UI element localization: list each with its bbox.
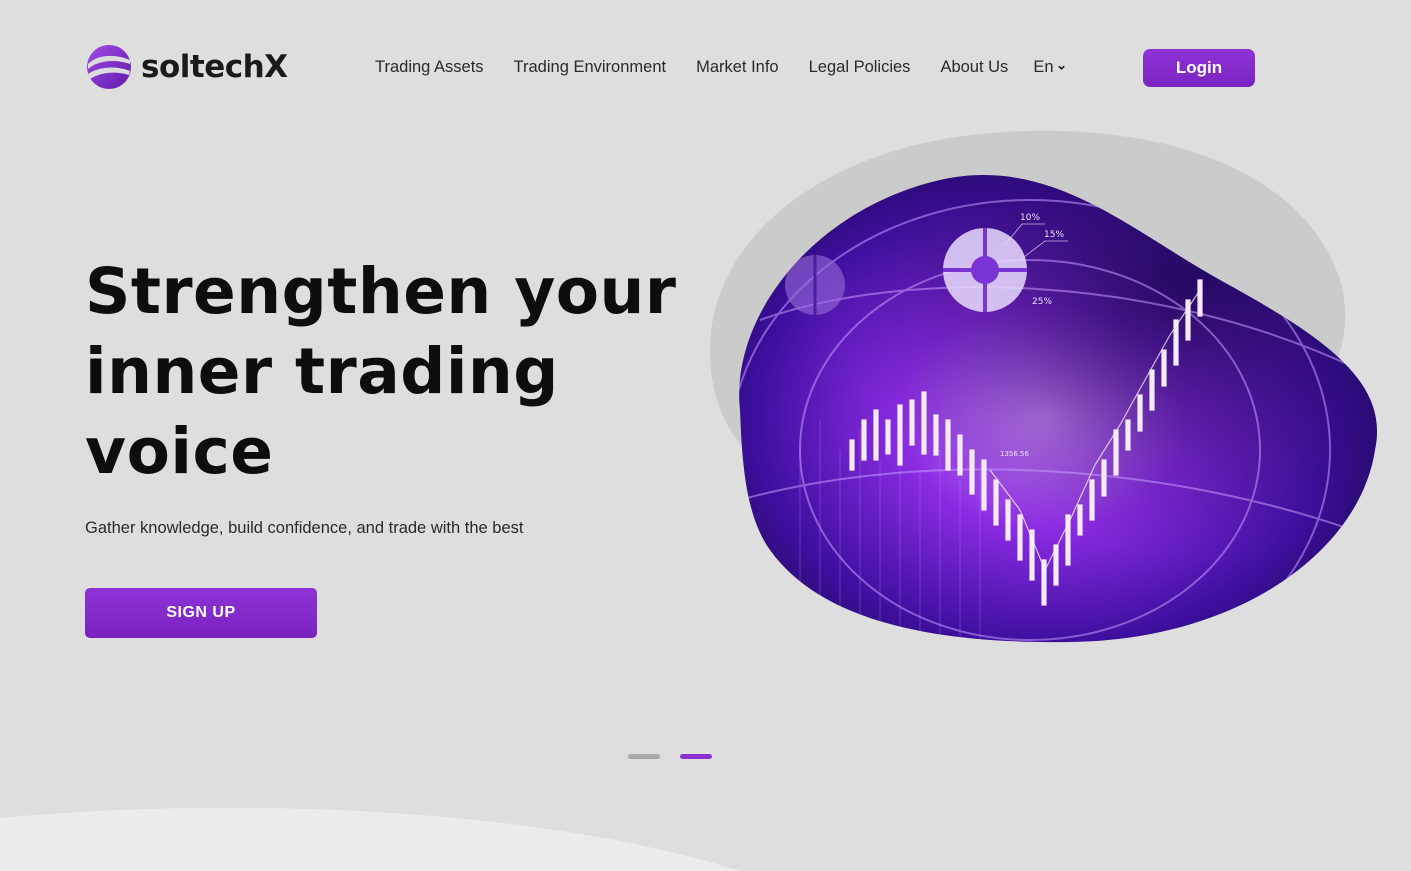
language-selector[interactable]: En	[1033, 58, 1065, 77]
hero-subtitle: Gather knowledge, build confidence, and …	[85, 519, 524, 537]
brand-logo[interactable]: soltechX	[86, 44, 288, 90]
price-label: 1356.56	[1000, 450, 1029, 458]
globe-swirl-icon	[87, 45, 131, 89]
hero-trading-globe-image: 10% 15% 25% 1356.56	[710, 130, 1378, 643]
brand-name: soltechX	[141, 49, 288, 85]
carousel-dot-2-active[interactable]	[680, 754, 712, 759]
signup-button[interactable]: SIGN UP	[85, 588, 317, 638]
percent-label-10: 10%	[1020, 213, 1040, 223]
bottom-wave-divider	[0, 807, 740, 871]
nav-item-market-info[interactable]: Market Info	[696, 58, 779, 77]
chevron-down-icon	[1057, 65, 1065, 70]
main-nav: Trading Assets Trading Environment Marke…	[375, 58, 1066, 77]
percent-label-25: 25%	[1032, 297, 1052, 307]
language-label: En	[1033, 58, 1054, 76]
carousel-dot-1[interactable]	[628, 754, 660, 759]
nav-item-about-us[interactable]: About Us	[940, 58, 1008, 77]
nav-item-trading-assets[interactable]: Trading Assets	[375, 58, 484, 77]
login-button[interactable]: Login	[1143, 49, 1255, 87]
percent-label-15: 15%	[1044, 230, 1064, 240]
nav-item-legal-policies[interactable]: Legal Policies	[809, 58, 911, 77]
nav-item-trading-environment[interactable]: Trading Environment	[514, 58, 667, 77]
hero-title: Strengthen your inner trading voice	[85, 255, 677, 488]
